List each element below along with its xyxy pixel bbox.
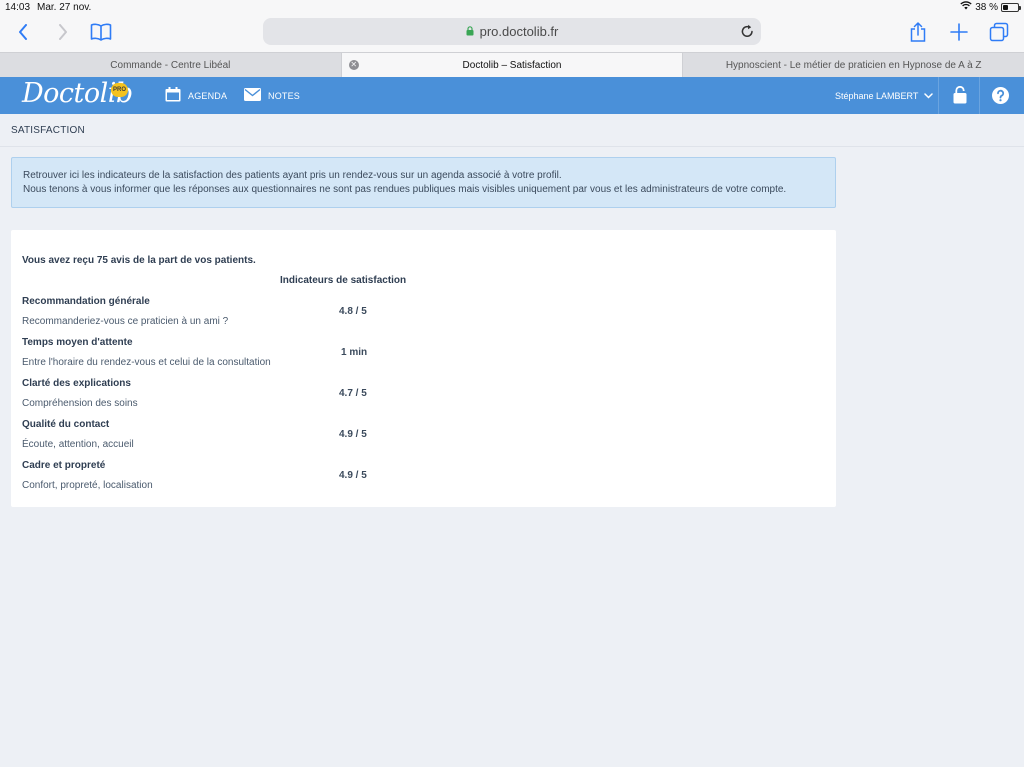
- share-icon[interactable]: [907, 20, 929, 44]
- nav-agenda-label: AGENDA: [188, 90, 228, 101]
- reload-icon[interactable]: [741, 24, 754, 41]
- indicator-title: Clarté des explications: [22, 378, 131, 389]
- indicator-title: Temps moyen d'attente: [22, 337, 133, 348]
- forward-icon[interactable]: [54, 22, 72, 42]
- indicator-row: Clarté des explications Compréhension de…: [22, 378, 422, 419]
- indicator-title: Cadre et propreté: [22, 460, 106, 471]
- tabs-overview-icon[interactable]: [988, 21, 1010, 43]
- envelope-icon: [244, 88, 261, 103]
- app-header: Doctolib PRO AGENDA NOTES Stéphane LAMBE…: [0, 77, 1024, 114]
- header-divider: [938, 77, 939, 114]
- battery-percent: 38 %: [975, 1, 998, 13]
- url-text: pro.doctolib.fr: [479, 24, 559, 39]
- battery-fill: [1003, 4, 1009, 10]
- tab-label: Commande - Centre Libéal: [110, 59, 231, 71]
- header-divider: [979, 77, 980, 114]
- lock-icon: [466, 24, 474, 39]
- chevron-down-icon: [924, 91, 934, 101]
- indicator-value: 4.9 / 5: [339, 470, 367, 481]
- address-bar[interactable]: pro.doctolib.fr: [263, 18, 761, 45]
- indicator-value: 4.9 / 5: [339, 429, 367, 440]
- satisfaction-card: Vous avez reçu 75 avis de la part de vos…: [11, 230, 836, 507]
- indicator-subtitle: Compréhension des soins: [22, 398, 138, 409]
- indicators-header: Indicateurs de satisfaction: [280, 275, 407, 286]
- page-title: SATISFACTION: [11, 125, 85, 136]
- tab-label: Hypnoscient - Le métier de praticien en …: [725, 59, 982, 71]
- status-time: 14:03: [5, 2, 31, 13]
- browser-tabs: Commande - Centre Libéal ✕ Doctolib – Sa…: [0, 52, 1024, 77]
- indicator-subtitle: Écoute, attention, accueil: [22, 439, 134, 450]
- close-tab-icon[interactable]: ✕: [348, 60, 359, 70]
- tab-satisfaction[interactable]: ✕ Doctolib – Satisfaction: [341, 53, 684, 77]
- nav-agenda[interactable]: AGENDA: [165, 77, 227, 114]
- indicator-row: Cadre et propreté Confort, propreté, loc…: [22, 460, 422, 501]
- bookmarks-icon[interactable]: [89, 21, 113, 43]
- tab-label: Doctolib – Satisfaction: [462, 59, 562, 71]
- indicator-value: 4.8 / 5: [339, 306, 367, 317]
- indicator-row: Qualité du contact Écoute, attention, ac…: [22, 419, 422, 460]
- indicator-subtitle: Recommanderiez-vous ce praticien à un am…: [22, 316, 229, 327]
- page-header: SATISFACTION: [0, 114, 1024, 147]
- wifi-icon: [960, 1, 972, 13]
- indicator-title: Qualité du contact: [22, 419, 110, 430]
- padlock-icon[interactable]: [950, 85, 970, 105]
- browser-toolbar: pro.doctolib.fr: [0, 14, 1024, 52]
- indicator-subtitle: Confort, propreté, localisation: [22, 480, 153, 491]
- nav-notes-label: NOTES: [268, 90, 301, 101]
- indicator-row: Temps moyen d'attente Entre l'horaire du…: [22, 337, 422, 378]
- tab-commande[interactable]: Commande - Centre Libéal: [0, 53, 342, 77]
- pro-badge: PRO: [111, 83, 128, 97]
- indicator-title: Recommandation générale: [22, 296, 150, 307]
- tab-hypnoscient[interactable]: Hypnoscient - Le métier de praticien en …: [683, 53, 1024, 77]
- user-name: Stéphane LAMBERT: [835, 90, 919, 101]
- info-text-line2: Nous tenons à vous informer que les répo…: [23, 184, 787, 195]
- status-bar: 14:03 Mar. 27 nov. 38 %: [0, 0, 1024, 14]
- new-tab-icon[interactable]: [948, 21, 970, 43]
- indicator-value: 1 min: [341, 347, 368, 358]
- status-right: 38 %: [960, 1, 1021, 13]
- back-icon[interactable]: [14, 22, 32, 42]
- status-date: Mar. 27 nov.: [37, 2, 92, 13]
- info-banner: Retrouver ici les indicateurs de la sati…: [11, 157, 836, 208]
- help-icon[interactable]: [991, 86, 1009, 104]
- indicator-row: Recommandation générale Recommanderiez-v…: [22, 296, 422, 337]
- indicator-subtitle: Entre l'horaire du rendez-vous et celui …: [22, 357, 271, 368]
- reviews-summary: Vous avez reçu 75 avis de la part de vos…: [22, 255, 256, 266]
- user-menu[interactable]: Stéphane LAMBERT: [835, 77, 934, 114]
- info-text-line1: Retrouver ici les indicateurs de la sati…: [23, 170, 562, 181]
- indicator-value: 4.7 / 5: [339, 388, 367, 399]
- battery-icon: [1001, 2, 1021, 12]
- nav-notes[interactable]: NOTES: [244, 77, 300, 114]
- calendar-icon: [165, 87, 181, 104]
